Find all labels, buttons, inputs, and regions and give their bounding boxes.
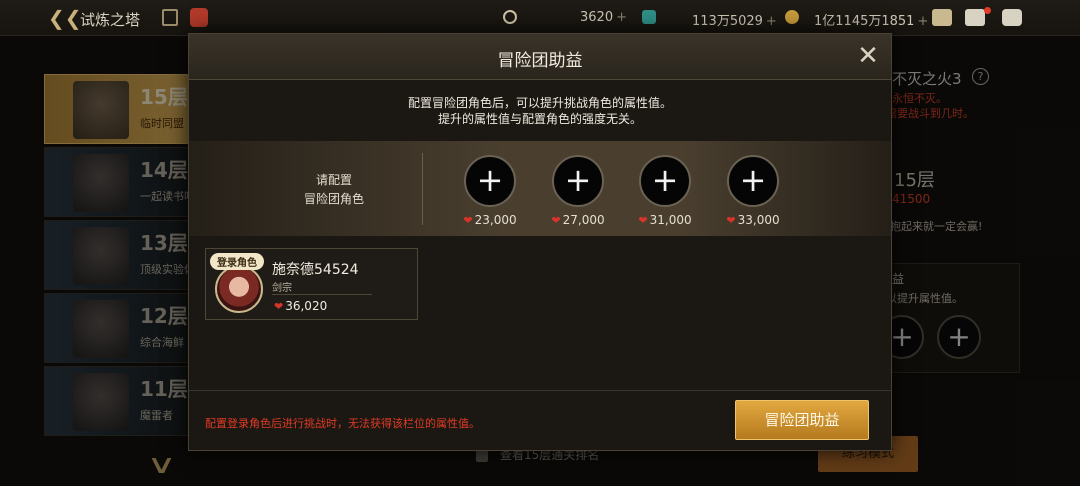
config-label-line-2: 冒险团角色 (303, 192, 364, 206)
calendar-icon[interactable] (162, 9, 178, 26)
login-character-badge: 登录角色 (210, 253, 264, 270)
character-slot-3: + ❤ 31,000 (635, 155, 695, 227)
add-slot-button[interactable]: + (552, 155, 604, 207)
warning-text: 配置登录角色后进行挑战时，无法获得该栏位的属性值。 (205, 417, 480, 430)
character-class: 剑宗 (272, 283, 292, 294)
config-label-line-1: 请配置 (315, 173, 352, 187)
footer-divider (189, 390, 891, 391)
divider (422, 153, 423, 225)
character-card[interactable]: 登录角色 施奈德54524 剑宗 ❤ 36,020 (205, 248, 418, 320)
power-icon: ❤ (551, 214, 561, 227)
power-icon: ❤ (463, 214, 473, 227)
slot-bonus: ❤ 31,000 (638, 213, 692, 227)
power-icon: ❤ (274, 300, 284, 313)
slot-bonus: ❤ 33,000 (726, 213, 780, 227)
add-slot-button[interactable]: + (727, 155, 779, 207)
notification-dot (984, 7, 991, 14)
divider (272, 294, 372, 295)
character-power: ❤ 36,020 (274, 299, 328, 313)
character-slot-4: + ❤ 33,000 (723, 155, 783, 227)
currency-1[interactable]: 3620 + (580, 10, 627, 25)
power-icon: ❤ (638, 214, 648, 227)
back-arrow-icon[interactable]: ❮❮ (48, 8, 82, 28)
dialog-header: 冒险团助益 ✕ (189, 34, 891, 80)
mail-icon[interactable] (965, 9, 985, 26)
gem-icon (642, 10, 656, 24)
coin-icon (503, 10, 517, 24)
dialog-title: 冒险团助益 (497, 51, 583, 71)
adventure-buff-button[interactable]: 冒险团助益 (735, 400, 869, 440)
currency-3[interactable]: 1亿1145万1851 + (814, 10, 928, 29)
chest-icon[interactable] (932, 9, 952, 26)
adventure-buff-dialog: 冒险团助益 ✕ 配置冒险团角色后，可以提升挑战角色的属性值。 提升的属性值与配置… (188, 33, 892, 451)
add-slot-button[interactable]: + (639, 155, 691, 207)
description-line-2: 提升的属性值与配置角色的强度无关。 (437, 112, 642, 126)
close-icon[interactable]: ✕ (855, 43, 881, 70)
slot-bonus: ❤ 23,000 (463, 213, 517, 227)
description-line-1: 配置冒险团角色后，可以提升挑战角色的属性值。 (407, 96, 672, 110)
top-bar: ❮❮ 试炼之塔 3620 + 113万5029 + 1亿1145万1851 + (0, 0, 1080, 36)
gold-coin-icon (785, 10, 799, 24)
character-name: 施奈德54524 (272, 262, 359, 278)
currency-2[interactable]: 113万5029 + (692, 10, 777, 29)
slot-bonus: ❤ 27,000 (551, 213, 605, 227)
slot-band: 请配置 冒险团角色 + ❤ 23,000 + ❤ 27,000 + ❤ 31,000 … (189, 141, 891, 236)
character-slot-1: + ❤ 23,000 (460, 155, 520, 227)
character-slot-2: + ❤ 27,000 (548, 155, 608, 227)
page-title: 试炼之塔 (80, 11, 141, 29)
power-icon: ❤ (726, 214, 736, 227)
chat-icon[interactable] (1002, 9, 1022, 26)
add-slot-button[interactable]: + (464, 155, 516, 207)
gift-icon[interactable] (190, 8, 208, 27)
avatar (215, 265, 263, 313)
